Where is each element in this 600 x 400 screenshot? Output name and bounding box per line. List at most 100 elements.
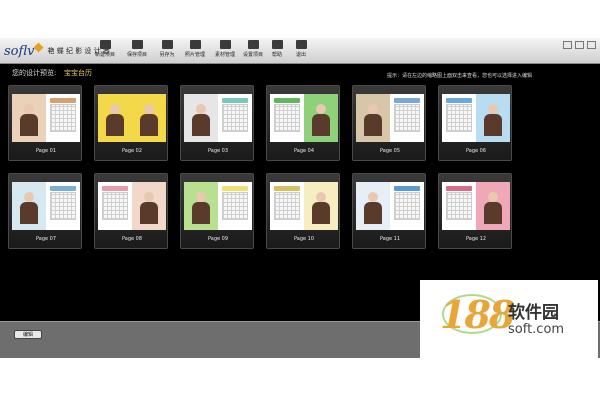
toolbar-button-2[interactable]: 另存为 [154, 40, 180, 62]
calendar-header [222, 98, 248, 103]
photo-half [12, 182, 46, 230]
calendar-header [50, 186, 76, 191]
calendar-grid [222, 192, 248, 220]
calendar-half [270, 94, 304, 142]
photo-half [98, 94, 132, 142]
photo-half [12, 94, 46, 142]
page-spread [12, 94, 80, 142]
page-thumbnail[interactable]: Page 09 [180, 173, 254, 249]
page-label: Page 03 [207, 148, 229, 154]
project-title: 宝宝台历 [64, 69, 92, 77]
calendar-half [46, 94, 80, 142]
photo-half [184, 94, 218, 142]
close-button[interactable] [587, 41, 596, 49]
calendar-header [394, 186, 420, 191]
calendar-grid [394, 192, 420, 220]
toolbar-button-6[interactable]: 帮助 [264, 40, 290, 62]
material-icon [219, 40, 231, 49]
page-label: Page 08 [121, 236, 143, 242]
exit-icon [295, 40, 307, 49]
toolbar-button-1[interactable]: 保存项目 [124, 40, 150, 62]
save-icon [131, 40, 143, 49]
info-bar: 您的设计预览: 宝宝台历 提示：请在左边的缩略图上面双击来查看，您也可以选择进入… [0, 65, 600, 79]
portrait-photo [360, 100, 386, 136]
toolbar-button-label: 照片管理 [184, 52, 205, 58]
page-spread [98, 94, 166, 142]
photo-half [132, 94, 166, 142]
page-spread [270, 94, 338, 142]
photo-half [304, 182, 338, 230]
toolbar-button-7[interactable]: 退出 [288, 40, 314, 62]
toolbar-button-4[interactable]: 素材管理 [212, 40, 238, 62]
calendar-header [274, 186, 300, 191]
calendar-grid [50, 192, 76, 220]
site-watermark: 188 软件园 soft.com [420, 280, 598, 358]
calendar-half [218, 94, 252, 142]
toolbar-button-label: 另存为 [159, 52, 175, 58]
page-thumbnail[interactable]: Page 05 [352, 85, 426, 161]
calendar-grid [274, 192, 300, 220]
page-thumbnail[interactable]: Page 01 [8, 85, 82, 161]
page-thumbnail[interactable]: Page 07 [8, 173, 82, 249]
window-controls [563, 41, 596, 49]
maximize-button[interactable] [575, 41, 584, 49]
page-thumbnail[interactable]: Page 11 [352, 173, 426, 249]
page-label: Page 12 [465, 236, 487, 242]
calendar-header [222, 186, 248, 191]
page-spread [442, 94, 510, 142]
portrait-photo [136, 100, 162, 136]
save-as-icon [161, 40, 173, 49]
toolbar-button-label: 保存项目 [126, 52, 147, 58]
portrait-photo [188, 188, 214, 224]
page-thumbnail[interactable]: Page 12 [438, 173, 512, 249]
calendar-half [270, 182, 304, 230]
calendar-header [274, 98, 300, 103]
page-spread [98, 182, 166, 230]
page-label: Page 05 [379, 148, 401, 154]
toolbar-button-label: 退出 [295, 52, 306, 58]
page-grid: Page 01 Page 02 Page 03 Page 04 Page 05 Page … [8, 85, 528, 255]
page-label: Page 09 [207, 236, 229, 242]
page-label: Page 07 [35, 236, 57, 242]
page-spread [442, 182, 510, 230]
page-spread [356, 94, 424, 142]
calendar-half [98, 182, 132, 230]
portrait-photo [480, 100, 506, 136]
calendar-half [390, 94, 424, 142]
calendar-grid [50, 104, 76, 132]
page-label: Page 10 [293, 236, 315, 242]
photo-half [476, 182, 510, 230]
calendar-grid [446, 192, 472, 220]
calendar-grid [394, 104, 420, 132]
toolbar-button-0[interactable]: 新建项目 [92, 40, 118, 62]
page-label: Page 02 [121, 148, 143, 154]
page-thumbnail[interactable]: Page 08 [94, 173, 168, 249]
minimize-button[interactable] [563, 41, 572, 49]
toolbar: soflv 艳 蝶 纪 影 设 计 者 新建项目 保存项目 另存为 照片管理 素材管理设… [0, 38, 600, 64]
page-thumbnail[interactable]: Page 06 [438, 85, 512, 161]
page-thumbnail[interactable]: Page 03 [180, 85, 254, 161]
photo-manage-icon [189, 40, 201, 49]
calendar-header [446, 186, 472, 191]
page-thumbnail[interactable]: Page 02 [94, 85, 168, 161]
calendar-grid [274, 104, 300, 132]
page-thumbnail[interactable]: Page 10 [266, 173, 340, 249]
photo-half [476, 94, 510, 142]
portrait-photo [136, 188, 162, 224]
page-spread [356, 182, 424, 230]
toolbar-button-label: 帮助 [271, 52, 282, 58]
photo-half [356, 182, 390, 230]
edit-button[interactable]: 编辑 [14, 330, 42, 339]
photo-half [304, 94, 338, 142]
toolbar-button-5[interactable]: 设置项目 [240, 40, 266, 62]
toolbar-button-3[interactable]: 照片管理 [182, 40, 208, 62]
folder-icon [247, 40, 259, 49]
logo-text: soflv [4, 43, 35, 59]
page-label: Page 06 [465, 148, 487, 154]
new-project-icon [99, 40, 111, 49]
portrait-photo [480, 188, 506, 224]
page-thumbnail[interactable]: Page 04 [266, 85, 340, 161]
calendar-half [442, 182, 476, 230]
calendar-half [442, 94, 476, 142]
watermark-name: 软件园 [508, 303, 559, 323]
